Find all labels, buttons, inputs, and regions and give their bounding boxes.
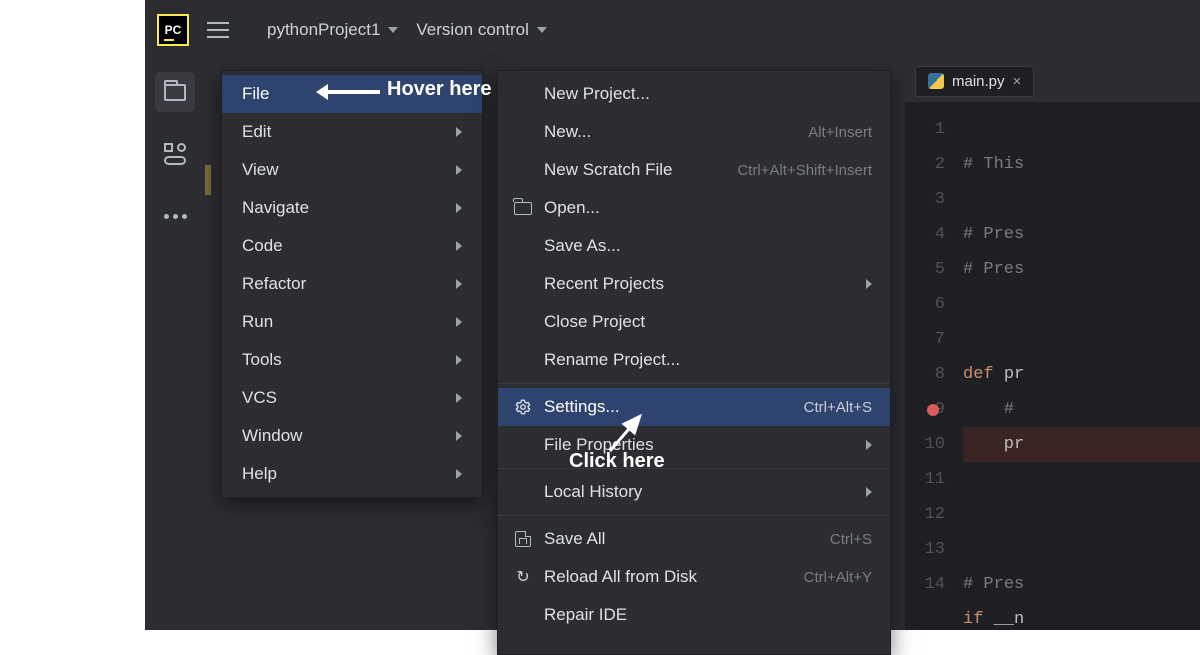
structure-icon: [164, 143, 186, 165]
editor-tab-main[interactable]: main.py ×: [915, 66, 1034, 97]
submenu-arrow-icon: [456, 165, 462, 175]
folder-icon: [164, 84, 186, 101]
submenu-arrow-icon: [456, 431, 462, 441]
menu-help[interactable]: Help: [222, 455, 482, 493]
pycharm-logo-icon: PC: [157, 14, 189, 46]
menu-window-label: Window: [242, 426, 302, 446]
hamburger-menu-icon[interactable]: [207, 22, 229, 38]
menu-refactor-label: Refactor: [242, 274, 306, 294]
submenu-local-history[interactable]: Local History: [498, 473, 890, 511]
top-toolbar: PC pythonProject1 Version control: [145, 0, 1200, 60]
editor-tab-row: main.py ×: [905, 60, 1200, 102]
shortcut-text: Ctrl+S: [830, 531, 872, 548]
submenu-recent-projects[interactable]: Recent Projects: [498, 265, 890, 303]
project-tool-button[interactable]: [155, 72, 195, 112]
project-dropdown[interactable]: pythonProject1: [267, 20, 398, 40]
submenu-reload[interactable]: ↻ Reload All from Disk Ctrl+Alt+Y: [498, 558, 890, 596]
menu-code[interactable]: Code: [222, 227, 482, 265]
menu-separator: [498, 468, 890, 469]
gutter-fragment: [205, 165, 211, 195]
menu-navigate[interactable]: Navigate: [222, 189, 482, 227]
submenu-repair-ide[interactable]: Repair IDE: [498, 596, 890, 634]
menu-view[interactable]: View: [222, 151, 482, 189]
submenu-arrow-icon: [456, 127, 462, 137]
main-menu-popup: File Edit View Navigate Code Refactor Ru…: [221, 70, 483, 498]
breakpoint-icon[interactable]: [927, 404, 939, 416]
submenu-arrow-icon: [456, 355, 462, 365]
menu-edit[interactable]: Edit: [222, 113, 482, 151]
submenu-close-project[interactable]: Close Project: [498, 303, 890, 341]
editor-tab-label: main.py: [952, 73, 1005, 90]
submenu-new[interactable]: New... Alt+Insert: [498, 113, 890, 151]
chevron-down-icon: [388, 27, 398, 33]
menu-separator: [498, 383, 890, 384]
annotation-arrow-icon: [326, 90, 380, 94]
shortcut-text: Alt+Insert: [808, 124, 872, 141]
submenu-new-scratch[interactable]: New Scratch File Ctrl+Alt+Shift+Insert: [498, 151, 890, 189]
python-file-icon: [928, 73, 944, 89]
submenu-arrow-icon: [456, 241, 462, 251]
annotation-hover-label: Hover here: [387, 78, 492, 101]
submenu-arrow-icon: [456, 203, 462, 213]
disk-save-icon: [515, 531, 531, 547]
chevron-down-icon: [537, 27, 547, 33]
shortcut-text: Ctrl+Alt+Y: [804, 569, 872, 586]
menu-code-label: Code: [242, 236, 283, 256]
submenu-arrow-icon: [456, 469, 462, 479]
shortcut-text: Ctrl+Alt+Shift+Insert: [737, 162, 872, 179]
submenu-save-all[interactable]: Save All Ctrl+S: [498, 520, 890, 558]
menu-separator: [498, 515, 890, 516]
submenu-rename-project[interactable]: Rename Project...: [498, 341, 890, 379]
menu-vcs-label: VCS: [242, 388, 277, 408]
submenu-file-properties[interactable]: File Properties: [498, 426, 890, 464]
code-area[interactable]: 1 2 3 4 5 6 7 8 9 10 11 12 13 14 # This …: [905, 102, 1200, 630]
submenu-open[interactable]: Open...: [498, 189, 890, 227]
submenu-arrow-icon: [456, 279, 462, 289]
submenu-arrow-icon: [866, 279, 872, 289]
close-icon[interactable]: ×: [1013, 73, 1022, 90]
menu-tools-label: Tools: [242, 350, 282, 370]
vcs-dropdown[interactable]: Version control: [416, 20, 546, 40]
menu-file-label: File: [242, 84, 269, 104]
ide-window: PC pythonProject1 Version control File: [145, 0, 1200, 630]
menu-run-label: Run: [242, 312, 273, 332]
menu-navigate-label: Navigate: [242, 198, 309, 218]
code-text[interactable]: # This # Pres # Pres def pr # pr # Pres …: [953, 102, 1200, 630]
menu-run[interactable]: Run: [222, 303, 482, 341]
project-name: pythonProject1: [267, 20, 380, 40]
submenu-save-as[interactable]: Save As...: [498, 227, 890, 265]
more-dots-icon: [164, 214, 187, 219]
submenu-settings[interactable]: Settings... Ctrl+Alt+S: [498, 388, 890, 426]
file-submenu-popup: New Project... New... Alt+Insert New Scr…: [497, 70, 891, 655]
submenu-new-project[interactable]: New Project...: [498, 75, 890, 113]
submenu-arrow-icon: [456, 393, 462, 403]
menu-vcs[interactable]: VCS: [222, 379, 482, 417]
editor-pane: main.py × 1 2 3 4 5 6 7 8 9 10 11 12 13 …: [905, 60, 1200, 630]
menu-view-label: View: [242, 160, 279, 180]
menu-refactor[interactable]: Refactor: [222, 265, 482, 303]
menu-window[interactable]: Window: [222, 417, 482, 455]
menu-edit-label: Edit: [242, 122, 271, 142]
reload-icon: ↻: [512, 567, 534, 587]
gear-icon: [512, 398, 534, 416]
vcs-label: Version control: [416, 20, 528, 40]
more-tool-button[interactable]: [155, 196, 195, 236]
submenu-arrow-icon: [866, 440, 872, 450]
submenu-arrow-icon: [456, 317, 462, 327]
folder-icon: [514, 202, 532, 215]
menu-help-label: Help: [242, 464, 277, 484]
structure-tool-button[interactable]: [155, 134, 195, 174]
left-tool-strip: [145, 60, 205, 630]
line-number-gutter: 1 2 3 4 5 6 7 8 9 10 11 12 13 14: [905, 102, 953, 630]
submenu-arrow-icon: [866, 487, 872, 497]
menu-tools[interactable]: Tools: [222, 341, 482, 379]
shortcut-text: Ctrl+Alt+S: [804, 399, 872, 416]
